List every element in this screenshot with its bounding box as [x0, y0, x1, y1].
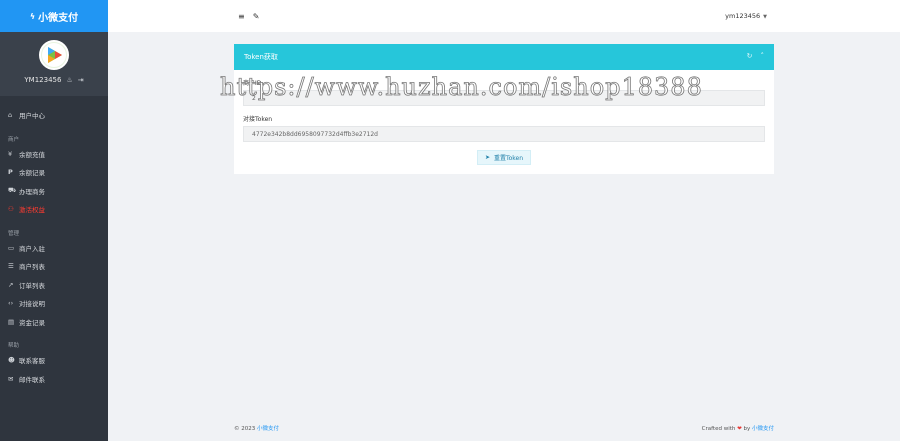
chevron-down-icon: ▼ — [763, 14, 767, 20]
sidebar-nav: ⌂ 用户中心 商户 ¥ 余额充值 P 余额记录 ⛟ 办理商务 ⚇ 激活权益 管理… — [0, 96, 108, 388]
mail-icon: ✉ — [8, 374, 14, 383]
sidebar-item-api-docs[interactable]: ‹› 对接说明 — [0, 294, 108, 313]
profile-panel: YM123456 ♨ ⇥ — [0, 32, 108, 96]
menu-icon[interactable]: ≡ — [238, 12, 245, 21]
sidebar-item-label: 订单列表 — [19, 281, 45, 290]
users-icon: ⚇ — [8, 205, 14, 214]
sidebar-item-label: 联系客服 — [19, 357, 45, 366]
logout-icon[interactable]: ⇥ — [78, 76, 84, 84]
topbar: ≡ ✎ ym123456 ▼ — [108, 0, 900, 32]
card-title: Token获取 — [244, 53, 278, 61]
avatar[interactable] — [39, 40, 69, 70]
user-menu[interactable]: ym123456 ▼ — [725, 12, 767, 20]
home-icon: ⌂ — [8, 111, 13, 120]
sidebar-item-merchant-list[interactable]: ☰ 商户列表 — [0, 257, 108, 276]
sidebar-item-activate[interactable]: ⚇ 激活权益 — [0, 200, 108, 219]
wrench-icon[interactable]: ✎ — [253, 12, 260, 21]
reset-token-label: 重置Token — [493, 155, 524, 162]
reset-token-button[interactable]: ➤ 重置Token — [476, 150, 532, 165]
section-label-manage: 管理 — [8, 230, 20, 237]
sidebar-item-label: 办理商务 — [19, 187, 45, 196]
yen-icon: ¥ — [8, 149, 13, 158]
sidebar-item-label: 余额记录 — [19, 169, 45, 178]
list-icon: ☰ — [8, 262, 14, 271]
cart-icon: ⛟ — [8, 186, 17, 195]
brand-logo[interactable]: ϟ 小微支付 — [0, 0, 108, 32]
brand-title: 小微支付 — [38, 12, 79, 24]
watermark: https://www.huzhan.com/ishop18388 — [220, 73, 703, 102]
profile-username: YM123456 — [24, 76, 62, 84]
footer-copyright: © 2023 — [234, 426, 256, 432]
sidebar-item-user-center[interactable]: ⌂ 用户中心 — [0, 106, 108, 125]
sidebar-item-balance-log[interactable]: P 余额记录 — [0, 163, 108, 182]
token-card: Token获取 ↻ ˄ 商户ID 2 对接Token 4772e342b8dd6… — [234, 44, 774, 174]
sidebar-item-recharge[interactable]: ¥ 余额充值 — [0, 145, 108, 164]
sidebar-item-email[interactable]: ✉ 邮件联系 — [0, 370, 108, 389]
heart-icon: ❤ — [737, 426, 742, 432]
token-label: 对接Token — [243, 116, 273, 123]
p-icon: P — [8, 168, 13, 177]
sidebar-item-label: 用户中心 — [19, 112, 45, 121]
sidebar-item-label: 对接说明 — [19, 300, 45, 309]
sidebar-item-business[interactable]: ⛟ 办理商务 — [0, 182, 108, 201]
section-label-help: 帮助 — [8, 343, 20, 349]
bolt-icon: ϟ — [29, 11, 36, 21]
footer-by: by — [743, 426, 751, 432]
card-icon: ▤ — [8, 317, 15, 326]
token-field[interactable]: 4772e342b8dd6958097732d4ffb3e2712d — [243, 126, 765, 142]
footer-brand-link[interactable]: 小微支付 — [257, 426, 279, 432]
sidebar-item-label: 激活权益 — [19, 206, 45, 215]
sidebar: ϟ 小微支付 YM123456 ♨ ⇥ ⌂ 用户中心 商户 ¥ 余额充值 P 余… — [0, 0, 108, 441]
collapse-icon[interactable]: ˄ — [761, 52, 765, 60]
sidebar-item-label: 邮件联系 — [19, 375, 45, 384]
sidebar-item-support[interactable]: ☻ 联系客服 — [0, 351, 108, 370]
sidebar-item-label: 余额充值 — [19, 150, 45, 159]
sidebar-item-order-list[interactable]: ↗ 订单列表 — [0, 276, 108, 295]
section-label-merchant: 商户 — [8, 136, 20, 143]
folder-icon: ▭ — [8, 243, 15, 252]
user-menu-name: ym123456 — [725, 12, 761, 20]
sidebar-item-label: 资金记录 — [19, 318, 45, 327]
sidebar-item-fund-log[interactable]: ▤ 资金记录 — [0, 313, 108, 332]
footer-crafted: Crafted with — [701, 426, 736, 432]
code-icon: ‹› — [8, 299, 14, 308]
sidebar-item-label: 商户列表 — [19, 263, 45, 272]
sidebar-item-merchant-join[interactable]: ▭ 商户入驻 — [0, 239, 108, 258]
footer-author-link[interactable]: 小微支付 — [752, 426, 774, 432]
fire-icon[interactable]: ♨ — [66, 76, 72, 84]
card-header: Token获取 ↻ ˄ — [234, 44, 774, 70]
chart-icon: ↗ — [8, 280, 14, 289]
send-icon: ➤ — [484, 154, 490, 161]
qq-icon: ☻ — [8, 356, 15, 365]
sidebar-item-label: 商户入驻 — [19, 244, 45, 253]
refresh-icon[interactable]: ↻ — [747, 52, 753, 60]
